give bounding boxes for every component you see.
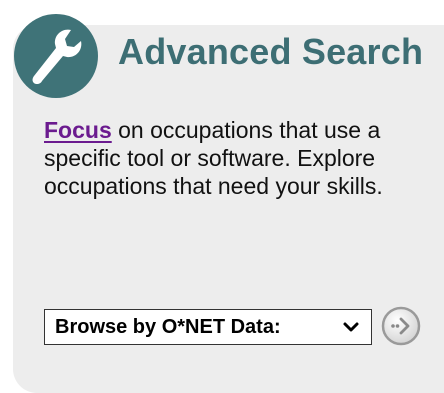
chevron-down-icon: [343, 322, 359, 332]
browse-onet-select[interactable]: Browse by O*NET Data:: [44, 309, 372, 345]
advanced-search-title: Advanced Search: [118, 31, 424, 72]
browse-select-value: Browse by O*NET Data:: [55, 315, 281, 338]
wrench-icon: [14, 14, 98, 98]
focus-link[interactable]: Focus: [44, 117, 112, 143]
description-text: Focus on occupations that use a specific…: [44, 116, 424, 200]
go-button[interactable]: [381, 306, 421, 346]
